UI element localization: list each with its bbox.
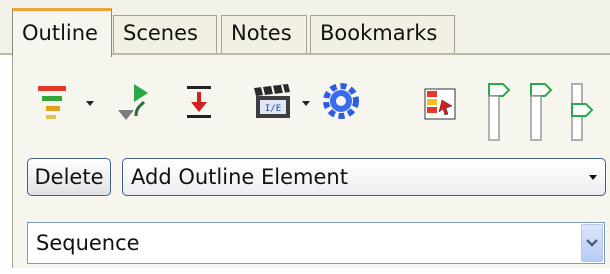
svg-text:I/E: I/E	[265, 104, 281, 114]
add-outline-element-value: Add Outline Element	[131, 165, 348, 189]
element-type-select[interactable]: Sequence	[27, 222, 605, 264]
clapperboard-icon[interactable]: I/E	[250, 80, 294, 122]
chevron-down-icon	[589, 175, 597, 180]
slider-marker-icon[interactable]	[570, 80, 594, 142]
collapse-down-icon[interactable]	[183, 82, 215, 122]
add-outline-element-select[interactable]: Add Outline Element	[122, 158, 606, 196]
tab-notes[interactable]: Notes	[221, 15, 307, 53]
tab-scenes[interactable]: Scenes	[113, 15, 217, 53]
slider-marker-icon[interactable]	[487, 80, 511, 142]
element-type-value: Sequence	[36, 231, 140, 255]
slider-marker-icon[interactable]	[529, 80, 553, 142]
outline-levels-icon[interactable]	[36, 82, 72, 122]
outline-levels-dropdown-arrow[interactable]	[86, 101, 94, 106]
combo-dropdown-button[interactable]	[581, 224, 603, 262]
tab-outline[interactable]: Outline	[12, 8, 112, 57]
element-picker-icon[interactable]	[424, 88, 456, 120]
gear-icon[interactable]	[322, 82, 360, 120]
chevron-down-icon	[586, 239, 598, 247]
tab-bookmarks[interactable]: Bookmarks	[310, 15, 455, 53]
move-down-icon[interactable]	[114, 82, 152, 122]
clapperboard-dropdown-arrow[interactable]	[302, 101, 310, 106]
delete-button[interactable]: Delete	[27, 158, 111, 196]
